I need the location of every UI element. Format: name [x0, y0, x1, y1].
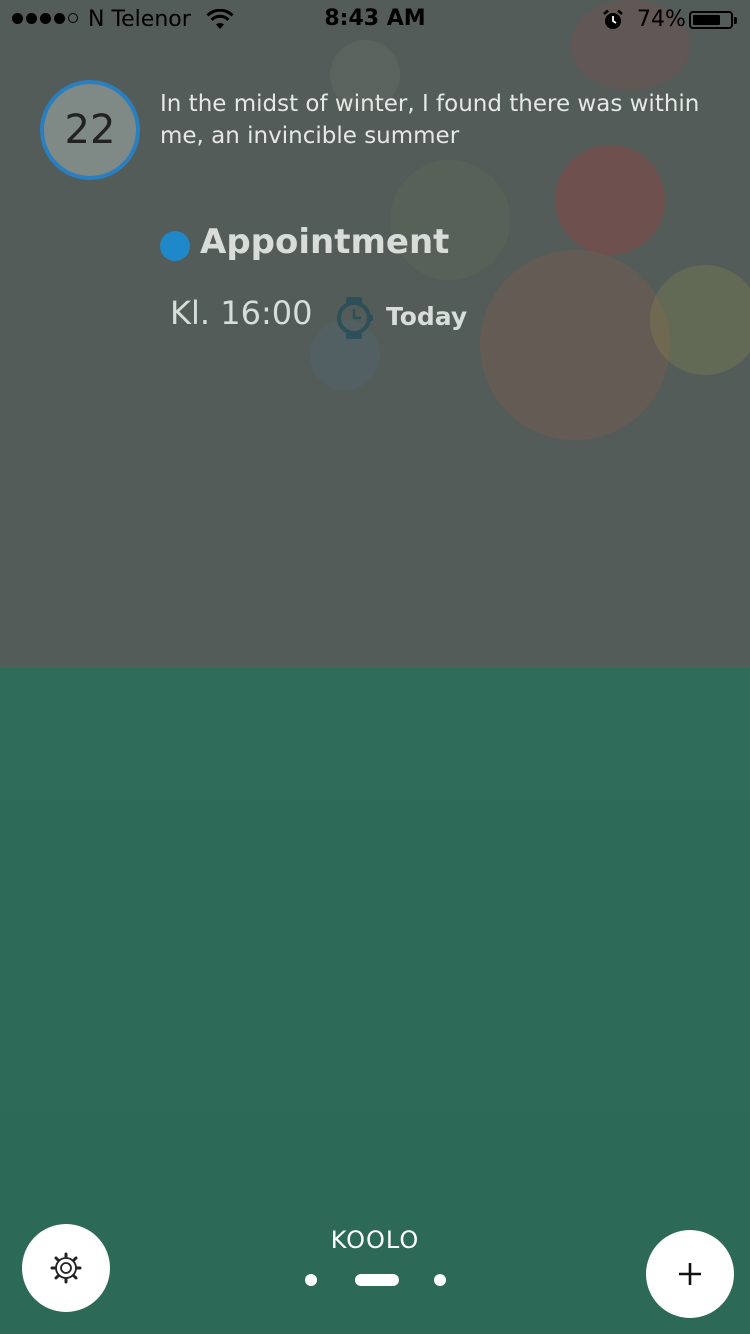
status-bar: N Telenor 8:43 AM 74% — [0, 0, 750, 40]
battery-percent: 74% — [637, 7, 686, 32]
event-time: Kl. 16:00 — [170, 294, 313, 332]
background-bokeh — [390, 160, 510, 280]
page-dot[interactable] — [305, 1274, 317, 1286]
page-dot-active[interactable] — [355, 1274, 399, 1286]
event-color-dot — [160, 231, 190, 261]
plus-icon — [679, 1263, 701, 1285]
event-title[interactable]: Appointment — [200, 222, 449, 262]
quote-text: In the midst of winter, I found there wa… — [160, 91, 700, 149]
event-day: Today — [386, 302, 468, 331]
day-number-badge[interactable]: 22 — [40, 80, 140, 180]
background-bokeh — [555, 145, 665, 255]
background-bokeh — [480, 250, 670, 440]
watch-icon — [337, 297, 373, 339]
add-button[interactable] — [646, 1230, 734, 1318]
app-name-label: KOOLO — [330, 1226, 420, 1254]
background-bokeh — [650, 265, 750, 375]
page-dot[interactable] — [434, 1274, 446, 1286]
alarm-icon — [603, 9, 623, 29]
battery-icon — [689, 11, 737, 29]
page-indicator[interactable] — [0, 1273, 750, 1287]
